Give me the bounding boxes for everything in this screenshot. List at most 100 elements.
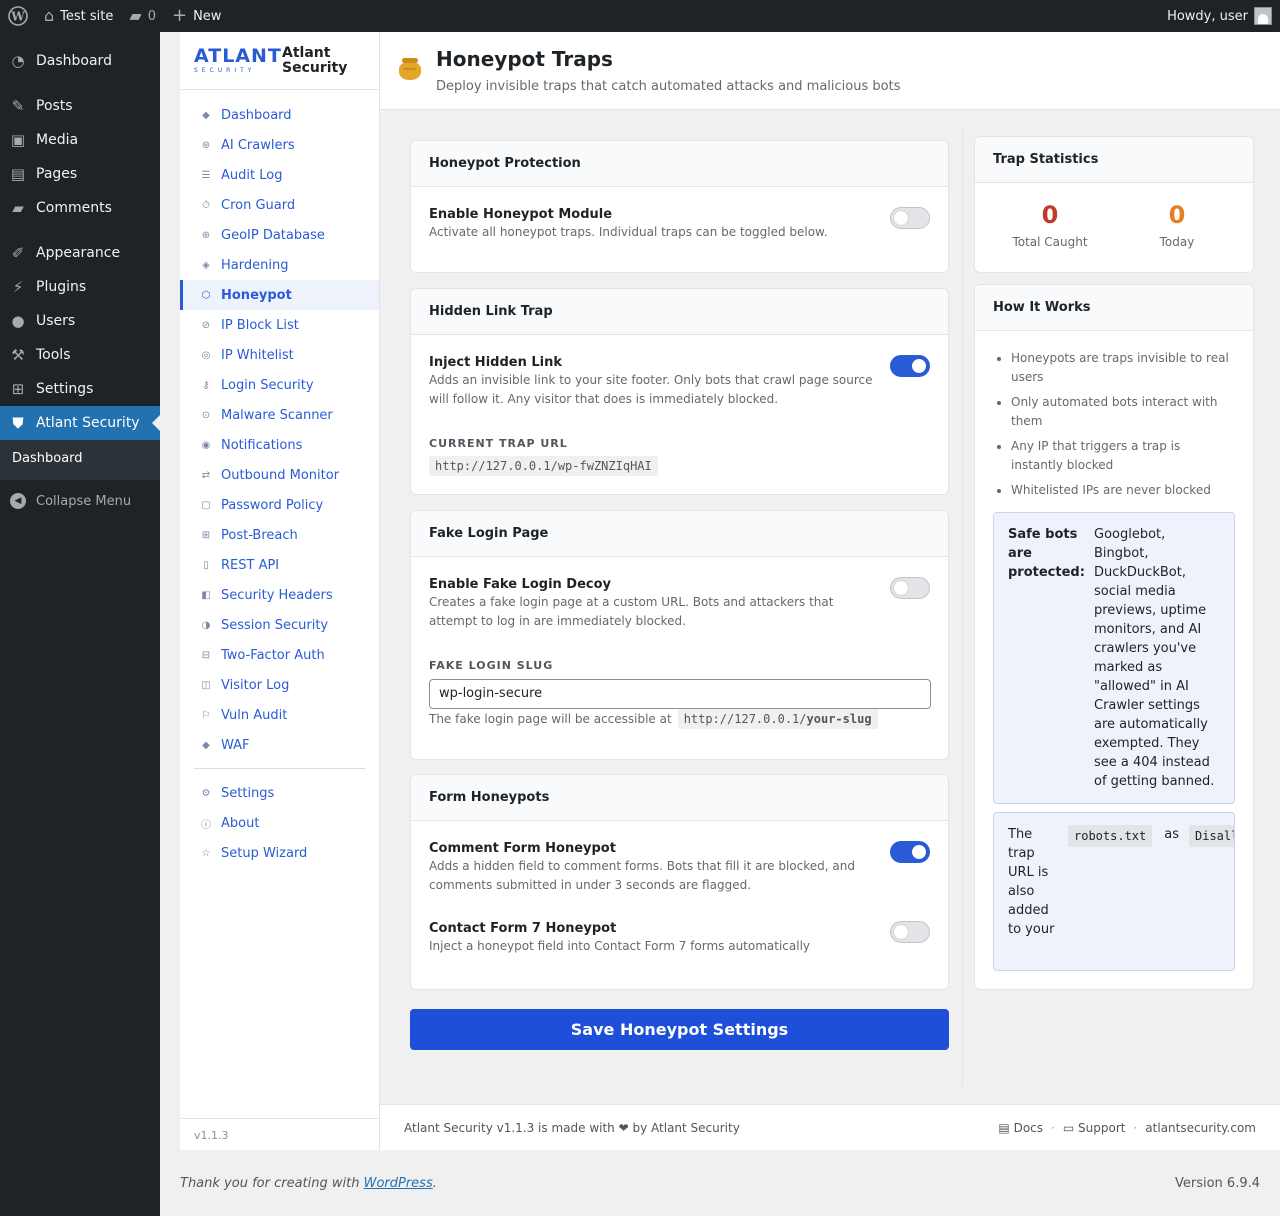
nav-item-label: About bbox=[221, 815, 260, 831]
nav-item-cron-guard[interactable]: ⏱ Cron Guard bbox=[180, 190, 379, 220]
robots-note: The trap URL is also added to your robot… bbox=[993, 812, 1235, 971]
nav-item-outbound-monitor[interactable]: ⇄ Outbound Monitor bbox=[180, 460, 379, 490]
comments-link[interactable]: ▰ 0 bbox=[121, 0, 164, 32]
nav-item-security-headers[interactable]: ◧ Security Headers bbox=[180, 580, 379, 610]
nav-item-session-security[interactable]: ◑ Session Security bbox=[180, 610, 379, 640]
nav-item-malware-scanner[interactable]: ⊙ Malware Scanner bbox=[180, 400, 379, 430]
nav-item-label: Post-Breach bbox=[221, 527, 298, 543]
menu-pages[interactable]: ▤ Pages bbox=[0, 157, 160, 191]
total-caught-stat: 0 Total Caught bbox=[990, 201, 1110, 249]
nav-item-label: IP Whitelist bbox=[221, 347, 294, 363]
made-with-prefix: Atlant Security v1.1.3 is made with bbox=[404, 1120, 615, 1135]
nav-item-label: Password Policy bbox=[221, 497, 324, 513]
menu-comments[interactable]: ▰ Comments bbox=[0, 191, 160, 225]
setting-description: Inject a honeypot field into Contact For… bbox=[429, 939, 811, 953]
menu-users[interactable]: ● Users bbox=[0, 304, 160, 338]
menu-label: Atlant Security bbox=[36, 415, 140, 431]
brand: ATLANT SECURITY Atlant Security bbox=[180, 32, 379, 90]
nav-item-vuln-audit[interactable]: ⚐ Vuln Audit bbox=[180, 700, 379, 730]
form-honeypots-card: Form Honeypots Comment Form Honeypot Add… bbox=[410, 774, 949, 990]
nav-item-login-security[interactable]: ⚷ Login Security bbox=[180, 370, 379, 400]
menu-label: Tools bbox=[36, 347, 71, 363]
comment-honeypot-toggle[interactable] bbox=[890, 841, 930, 863]
nav-item-notifications[interactable]: ◉ Notifications bbox=[180, 430, 379, 460]
collapse-menu-button[interactable]: ◀ Collapse Menu bbox=[0, 484, 160, 518]
nav-item-icon: ⚷ bbox=[202, 379, 210, 391]
nav-item-waf[interactable]: ◆ WAF bbox=[180, 730, 379, 760]
nav-item-settings[interactable]: ⚙ Settings bbox=[180, 778, 379, 808]
nav-item-rest-api[interactable]: ▯ REST API bbox=[180, 550, 379, 580]
thanks-prefix: Thank you for creating with bbox=[180, 1175, 360, 1191]
my-account[interactable]: Howdy, user bbox=[1167, 7, 1280, 25]
cf7-honeypot-toggle[interactable] bbox=[890, 921, 930, 943]
nav-item-honeypot[interactable]: ⬡ Honeypot bbox=[180, 280, 379, 310]
nav-item-dashboard[interactable]: ◆ Dashboard bbox=[180, 100, 379, 130]
menu-atlant-security[interactable]: ⛊ Atlant Security bbox=[0, 406, 160, 440]
setting-description: Adds an invisible link to your site foot… bbox=[429, 373, 873, 406]
nav-item-icon: ◑ bbox=[201, 619, 211, 631]
menu-appearance[interactable]: ✐ Appearance bbox=[0, 236, 160, 270]
honeypot-protection-card: Honeypot Protection Enable Honeypot Modu… bbox=[410, 140, 949, 273]
nav-item-label: Outbound Monitor bbox=[221, 467, 340, 483]
wordpress-link[interactable]: WordPress bbox=[364, 1176, 433, 1191]
nav-item-ip-whitelist[interactable]: ◎ IP Whitelist bbox=[180, 340, 379, 370]
enable-honeypot-toggle[interactable] bbox=[890, 207, 930, 229]
menu-label: Media bbox=[36, 132, 79, 148]
nav-item-icon: ◆ bbox=[202, 109, 210, 121]
card-heading: Honeypot Protection bbox=[411, 141, 948, 187]
save-honeypot-settings-button[interactable]: Save Honeypot Settings bbox=[410, 1009, 949, 1050]
nav-item-setup-wizard[interactable]: ☆ Setup Wizard bbox=[180, 838, 379, 868]
nav-separator bbox=[194, 768, 365, 769]
safe-bots-label: Safe bots are protected: bbox=[1008, 527, 1085, 580]
new-content-button[interactable]: + New bbox=[164, 0, 229, 32]
menu-posts[interactable]: ✎ Posts bbox=[0, 89, 160, 123]
menu-label: Comments bbox=[36, 200, 112, 216]
nav-item-hardening[interactable]: ◈ Hardening bbox=[180, 250, 379, 280]
made-with: Atlant Security v1.1.3 is made with ❤ by… bbox=[404, 1121, 740, 1135]
fake-login-toggle[interactable] bbox=[890, 577, 930, 599]
menu-tools[interactable]: ⚒ Tools bbox=[0, 338, 160, 372]
brush-icon: ✐ bbox=[11, 244, 25, 262]
submenu-dashboard[interactable]: Dashboard bbox=[12, 446, 160, 472]
site-name-link[interactable]: ⌂ Test site bbox=[36, 0, 121, 32]
help-url: http://127.0.0.1/your-slug bbox=[677, 709, 878, 729]
nav-item-audit-log[interactable]: ☰ Audit Log bbox=[180, 160, 379, 190]
fake-login-row: Enable Fake Login Decoy Creates a fake l… bbox=[411, 557, 948, 631]
nav-item-ip-block-list[interactable]: ⊘ IP Block List bbox=[180, 310, 379, 340]
nav-item-icon: ⊘ bbox=[201, 319, 211, 331]
nav-item-icon: ◈ bbox=[202, 259, 210, 271]
nav-item-geoip-database[interactable]: ⊕ GeoIP Database bbox=[180, 220, 379, 250]
sliders-icon: ⊞ bbox=[11, 380, 25, 398]
heart-icon: ❤ bbox=[618, 1120, 629, 1135]
menu-dashboard[interactable]: ◔ Dashboard bbox=[0, 44, 160, 78]
home-icon: ⌂ bbox=[44, 6, 55, 25]
fake-login-slug-input[interactable]: wp-login-secure bbox=[429, 679, 931, 709]
setting-description: Activate all honeypot traps. Individual … bbox=[429, 225, 828, 239]
nav-item-password-policy[interactable]: ▢ Password Policy bbox=[180, 490, 379, 520]
help-url-base: http://127.0.0.1/ bbox=[683, 712, 807, 726]
wordpress-icon: W bbox=[8, 6, 28, 26]
docs-link[interactable]: ▤ Docs bbox=[998, 1121, 1043, 1135]
nav-item-visitor-log[interactable]: ◫ Visitor Log bbox=[180, 670, 379, 700]
menu-label: Dashboard bbox=[36, 53, 112, 69]
nav-item-icon: ⚙ bbox=[201, 787, 211, 799]
support-link[interactable]: ▭ Support bbox=[1063, 1121, 1126, 1135]
nav-item-post-breach[interactable]: ⊞ Post-Breach bbox=[180, 520, 379, 550]
robots-note-text: The trap URL is also added to your bbox=[1008, 827, 1055, 937]
nav-item-about[interactable]: ⓘ About bbox=[180, 808, 379, 838]
menu-media[interactable]: ▣ Media bbox=[0, 123, 160, 157]
nav-item-ai-crawlers[interactable]: ⊛ AI Crawlers bbox=[180, 130, 379, 160]
menu-plugins[interactable]: ⚡ Plugins bbox=[0, 270, 160, 304]
pages-icon: ▤ bbox=[10, 165, 26, 183]
collapse-arrow-icon: ◀ bbox=[10, 493, 26, 509]
site-link[interactable]: atlantsecurity.com bbox=[1145, 1121, 1256, 1135]
wordpress-logo-button[interactable]: W bbox=[0, 0, 36, 32]
footer-thanks: Thank you for creating with WordPress. bbox=[180, 1176, 437, 1191]
fake-login-slug-label: Fake Login Slug bbox=[429, 659, 554, 672]
nav-item-two-factor-auth[interactable]: ⊟ Two-Factor Auth bbox=[180, 640, 379, 670]
main-content: Honeypot Protection Enable Honeypot Modu… bbox=[380, 110, 1280, 1104]
nav-item-label: Dashboard bbox=[221, 107, 292, 123]
inject-hidden-link-toggle[interactable] bbox=[890, 355, 930, 377]
menu-settings[interactable]: ⊞ Settings bbox=[0, 372, 160, 406]
nav-item-label: AI Crawlers bbox=[221, 137, 295, 153]
